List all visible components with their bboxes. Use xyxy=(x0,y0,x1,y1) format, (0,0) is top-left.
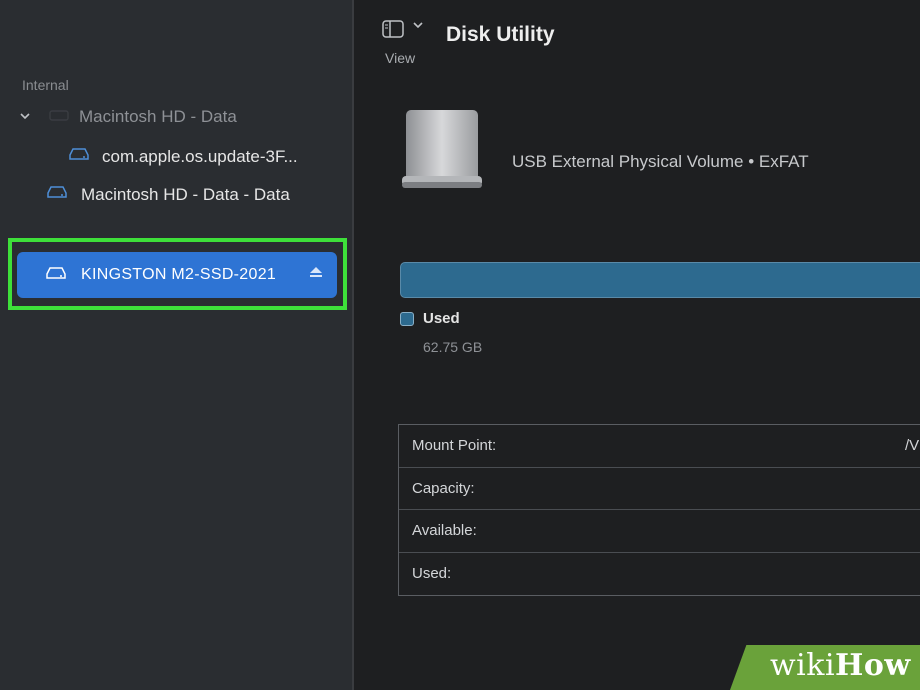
sidebar-item-update-volume[interactable]: com.apple.os.update-3F... xyxy=(68,146,298,167)
disk-icon xyxy=(46,184,68,205)
sidebar-item-macintosh-hd-data[interactable]: Macintosh HD - Data xyxy=(19,107,237,127)
sidebar-item-macintosh-hd-data-data[interactable]: Macintosh HD - Data - Data xyxy=(46,184,290,205)
sidebar-item-kingston-selected[interactable]: KINGSTON M2-SSD-2021 xyxy=(17,252,337,298)
sidebar-item-label: Macintosh HD - Data xyxy=(79,107,237,126)
usage-bar xyxy=(400,262,920,298)
used-legend-label: Used xyxy=(423,310,460,327)
sidebar-item-label: Macintosh HD - Data - Data xyxy=(81,184,290,204)
info-value: /V xyxy=(905,437,920,455)
info-label: Capacity: xyxy=(412,479,475,497)
info-table: Mount Point: /V Capacity: Available: Use… xyxy=(398,424,920,596)
info-row-used: Used: xyxy=(399,553,920,596)
disk-icon xyxy=(68,146,90,167)
external-disk-icon xyxy=(45,265,67,286)
info-label: Used: xyxy=(412,565,452,583)
info-label: Mount Point: xyxy=(412,437,497,455)
info-row-mount-point: Mount Point: /V xyxy=(399,425,920,468)
disk-icon xyxy=(49,107,69,127)
info-label: Available: xyxy=(412,522,477,540)
info-row-available: Available: xyxy=(399,510,920,553)
watermark-wiki: wiki xyxy=(770,648,836,683)
main-panel: View Disk Utility USB External Physical … xyxy=(354,0,920,690)
eject-icon[interactable] xyxy=(309,266,323,281)
used-legend-swatch xyxy=(400,312,414,326)
sidebar-toggle-icon[interactable] xyxy=(382,20,404,43)
wikihow-watermark: wikiHow xyxy=(770,648,911,683)
chevron-down-icon[interactable] xyxy=(19,110,33,125)
section-label-internal: Internal xyxy=(22,77,69,93)
sidebar-item-label: com.apple.os.update-3F... xyxy=(102,146,298,166)
used-legend-value: 62.75 GB xyxy=(423,339,483,355)
watermark-how: How xyxy=(835,648,911,683)
app-title: Disk Utility xyxy=(446,23,555,46)
volume-description: USB External Physical Volume • ExFAT xyxy=(512,152,809,171)
sidebar-item-label: KINGSTON M2-SSD-2021 xyxy=(81,266,277,283)
info-row-capacity: Capacity: xyxy=(399,468,920,510)
external-drive-icon xyxy=(400,108,484,197)
sidebar: Internal Macintosh HD - Data com.apple.o… xyxy=(0,0,354,690)
chevron-down-icon[interactable] xyxy=(412,19,424,34)
view-label[interactable]: View xyxy=(385,50,415,66)
